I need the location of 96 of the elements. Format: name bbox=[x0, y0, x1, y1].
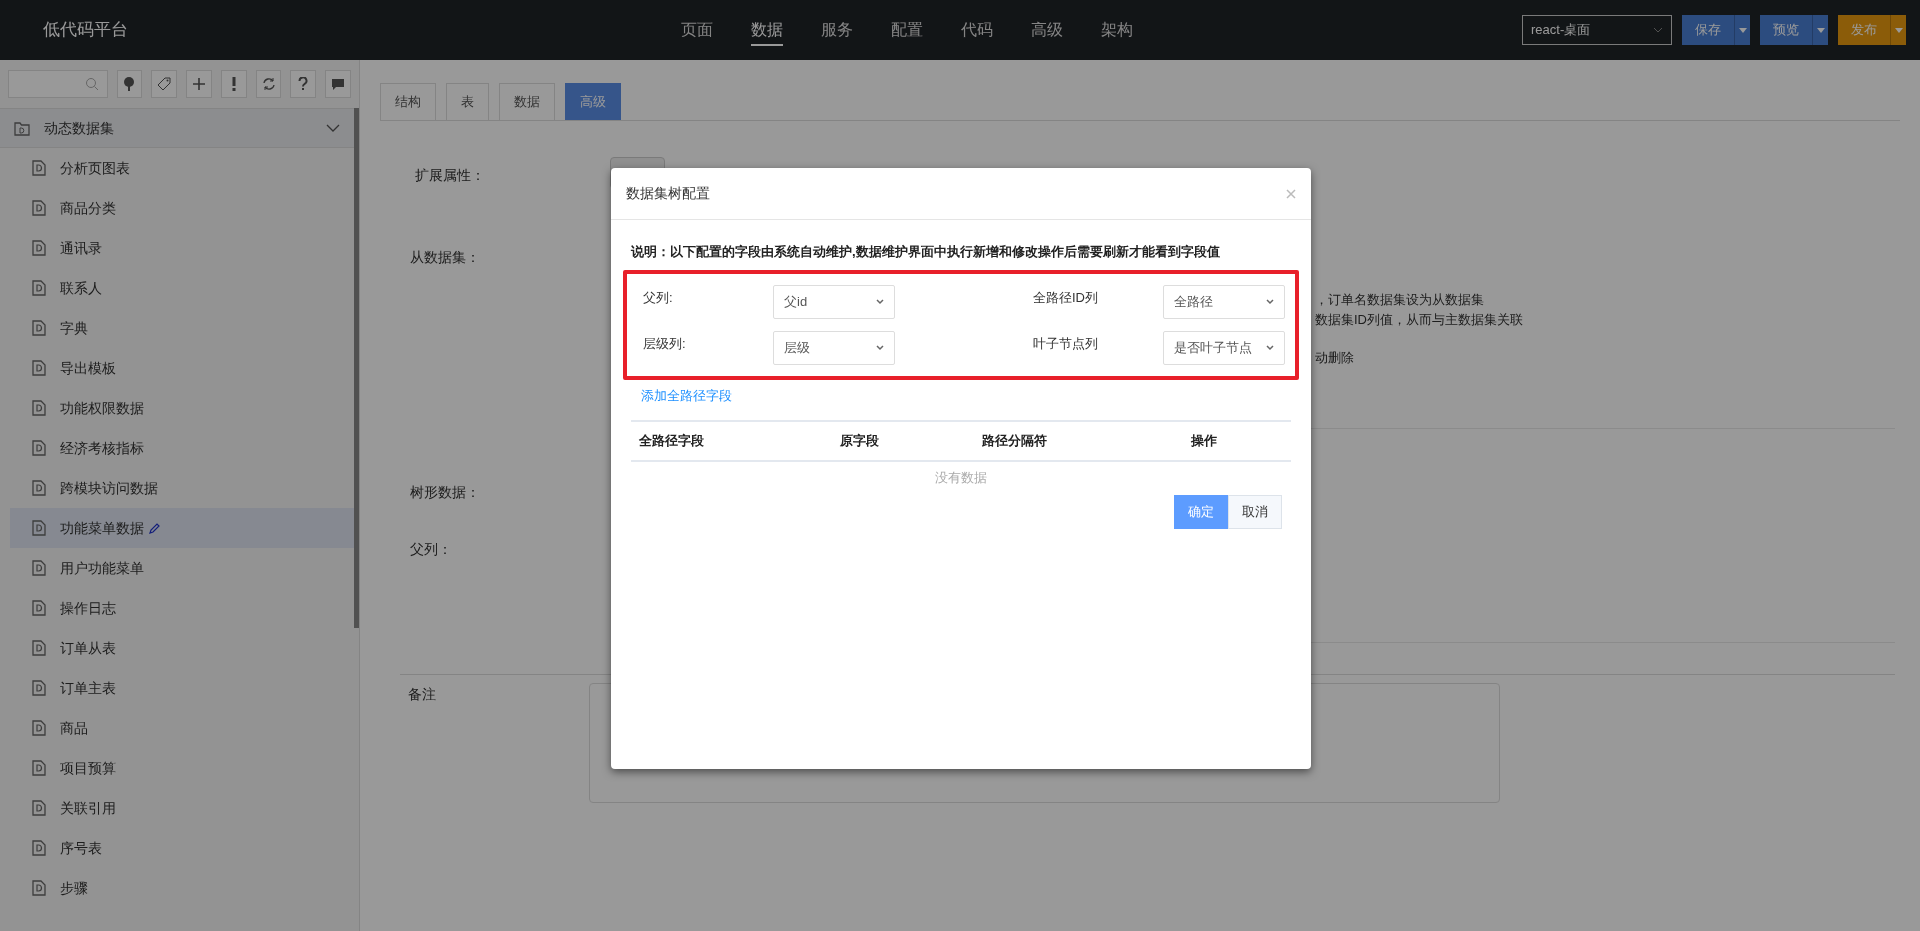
empty-text: 没有数据 bbox=[935, 468, 987, 487]
add-link[interactable]: 添加全路径字段 bbox=[641, 385, 732, 405]
document-icon bbox=[32, 880, 46, 896]
folder-icon bbox=[14, 120, 30, 136]
tab[interactable]: 数据 bbox=[499, 83, 555, 120]
tree-item[interactable]: 导出模板 bbox=[10, 348, 354, 388]
document-icon bbox=[32, 480, 46, 496]
caret-icon[interactable] bbox=[1812, 15, 1828, 45]
nav-tab[interactable]: 页面 bbox=[681, 18, 713, 46]
tree-item[interactable]: 通讯录 bbox=[10, 228, 354, 268]
select-field[interactable]: 是否叶子节点 bbox=[1163, 330, 1285, 365]
tree-group[interactable]: 动态数据集 bbox=[0, 108, 354, 148]
nav-tab[interactable]: 配置 bbox=[891, 18, 923, 46]
document-icon bbox=[32, 680, 46, 696]
pencil-icon bbox=[149, 522, 161, 534]
tree-item[interactable]: 联系人 bbox=[10, 268, 354, 308]
tree-item[interactable]: 用户功能菜单 bbox=[10, 548, 354, 588]
tab[interactable]: 表 bbox=[446, 83, 489, 120]
column-header: 原字段 bbox=[840, 431, 880, 450]
tree-item[interactable]: 操作日志 bbox=[10, 588, 354, 628]
caret-icon bbox=[1266, 344, 1274, 351]
field-label: 叶子节点列 bbox=[1033, 334, 1099, 353]
tree-item[interactable]: 订单主表 bbox=[10, 668, 354, 708]
help-icon[interactable] bbox=[290, 70, 317, 98]
field-label: 层级列: bbox=[643, 334, 687, 353]
document-icon bbox=[32, 720, 46, 736]
note-text: ，订单名数据集设为从数据集 bbox=[1315, 292, 1485, 308]
app-select[interactable]: react-桌面 bbox=[1522, 15, 1672, 45]
field-label: 从数据集： bbox=[410, 249, 480, 265]
column-header: 操作 bbox=[1191, 431, 1218, 450]
document-icon bbox=[32, 440, 46, 456]
search-field[interactable] bbox=[8, 70, 108, 98]
document-icon bbox=[32, 800, 46, 816]
caret-icon bbox=[876, 344, 884, 351]
tag-icon[interactable] bbox=[151, 70, 178, 98]
tree-item[interactable]: 功能菜单数据 bbox=[10, 508, 354, 548]
plus-icon[interactable] bbox=[186, 70, 212, 98]
document-icon bbox=[32, 760, 46, 776]
comment-icon[interactable] bbox=[325, 70, 351, 98]
tree-item[interactable]: 商品 bbox=[10, 708, 354, 748]
tab[interactable]: 结构 bbox=[380, 83, 436, 120]
select-field[interactable]: 层级 bbox=[773, 330, 895, 365]
select-field[interactable]: 全路径 bbox=[1163, 284, 1285, 319]
document-icon bbox=[32, 280, 46, 296]
nav-tab[interactable]: 服务 bbox=[821, 18, 853, 46]
document-icon bbox=[32, 320, 46, 336]
field-label: 父列: bbox=[643, 288, 674, 307]
tree-item[interactable]: 分析页图表 bbox=[10, 148, 354, 188]
caret-icon bbox=[1653, 27, 1663, 33]
caret-icon bbox=[876, 298, 884, 305]
select-field[interactable]: 父id bbox=[773, 284, 895, 319]
button[interactable]: 取消 bbox=[1228, 495, 1282, 529]
tree-item[interactable]: 关联引用 bbox=[10, 788, 354, 828]
document-icon bbox=[32, 600, 46, 616]
document-icon bbox=[32, 520, 46, 536]
nav-tab[interactable]: 高级 bbox=[1031, 18, 1063, 46]
caret-icon bbox=[1266, 298, 1274, 305]
tree-item[interactable]: 功能权限数据 bbox=[10, 388, 354, 428]
note-text: 数据集ID列值，从而与主数据集关联 bbox=[1315, 312, 1523, 328]
field-label: 备注 bbox=[408, 686, 436, 702]
column-header: 路径分隔符 bbox=[982, 431, 1048, 450]
document-icon bbox=[32, 360, 46, 376]
refresh-icon[interactable] bbox=[255, 70, 282, 98]
exclamation-icon[interactable] bbox=[220, 70, 247, 98]
app-title: 低代码平台 bbox=[43, 19, 129, 42]
document-icon bbox=[32, 840, 46, 856]
dialog-title: 数据集树配置 bbox=[626, 184, 710, 203]
note-text: 动删除 bbox=[1315, 350, 1355, 366]
field-label: 树形数据： bbox=[410, 484, 480, 500]
note-text: 说明：以下配置的字段由系统自动维护,数据维护界面中执行新增和修改操作后需要刷新才能看到字段值 bbox=[629, 243, 1221, 261]
tree-item[interactable]: 项目预算 bbox=[10, 748, 354, 788]
tree-item[interactable]: 序号表 bbox=[10, 828, 354, 868]
document-icon bbox=[32, 200, 46, 216]
tree-item[interactable]: 订单从表 bbox=[10, 628, 354, 668]
tree-item[interactable]: 字典 bbox=[10, 308, 354, 348]
chevron-icon bbox=[326, 124, 340, 132]
nav-tab[interactable]: 代码 bbox=[961, 18, 993, 46]
caret-icon[interactable] bbox=[1734, 15, 1750, 45]
tree-item[interactable]: 步骤 bbox=[10, 868, 354, 908]
nav-tab[interactable]: 数据 bbox=[751, 18, 783, 46]
document-icon bbox=[32, 400, 46, 416]
tree-item[interactable]: 经济考核指标 bbox=[10, 428, 354, 468]
document-icon bbox=[32, 560, 46, 576]
tree-item[interactable]: 商品分类 bbox=[10, 188, 354, 228]
document-icon bbox=[32, 640, 46, 656]
tree-item[interactable]: 跨模块访问数据 bbox=[10, 468, 354, 508]
search-icon bbox=[84, 77, 99, 91]
field-label: 父列： bbox=[410, 541, 452, 557]
document-icon bbox=[32, 240, 46, 256]
field-label: 全路径ID列 bbox=[1033, 288, 1099, 307]
column-header: 全路径字段 bbox=[638, 431, 705, 450]
field-label: 扩展属性： bbox=[415, 167, 485, 183]
scrollbar[interactable] bbox=[354, 108, 359, 628]
caret-icon[interactable] bbox=[1890, 15, 1906, 45]
nav-tab[interactable]: 架构 bbox=[1101, 18, 1133, 46]
document-icon bbox=[32, 160, 46, 176]
